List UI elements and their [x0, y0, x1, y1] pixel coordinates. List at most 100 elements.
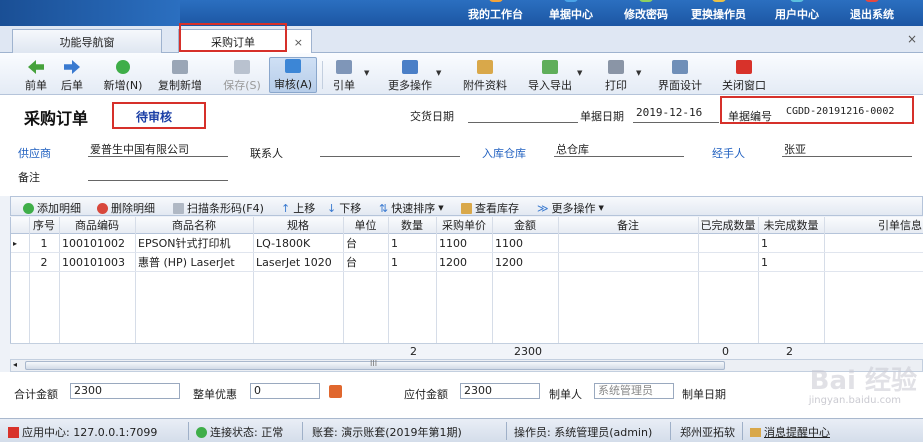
view-stock-button[interactable]: 查看库存: [461, 200, 519, 216]
table-row[interactable]: 2 100101003 惠普 (HP) LaserJet LaserJet 10…: [11, 254, 923, 272]
button-label: 后单: [61, 79, 83, 92]
column-header[interactable]: 未完成数量: [758, 217, 824, 234]
column-header[interactable]: 备注: [558, 217, 698, 234]
status-separator: [188, 422, 189, 440]
column-header[interactable]: 规格: [253, 217, 343, 234]
column-header[interactable]: 采购单价: [436, 217, 492, 234]
cell-code[interactable]: 100101003: [62, 254, 134, 271]
chevron-down-icon[interactable]: ▼: [436, 69, 441, 77]
audit-button[interactable]: 审核(A): [269, 57, 317, 93]
column-header[interactable]: 单位: [343, 217, 388, 234]
button-label: 上移: [293, 202, 316, 215]
plus-icon: [116, 60, 130, 74]
copy-add-button[interactable]: 复制新增: [155, 57, 205, 93]
column-header[interactable]: 序号: [29, 217, 59, 234]
discount-label: 整单优惠: [193, 388, 237, 401]
horizontal-scrollbar[interactable]: ◂ III: [10, 359, 923, 372]
stock-icon: [461, 202, 472, 214]
cell-remark[interactable]: [561, 254, 697, 271]
cell-qty[interactable]: 1: [391, 235, 435, 252]
page-title: 采购订单: [24, 109, 89, 128]
nav-exit-system[interactable]: 退出系统: [850, 0, 894, 26]
save-button[interactable]: 保存(S): [219, 57, 265, 93]
add-button[interactable]: 新增(N): [100, 57, 146, 93]
nav-document-center[interactable]: 单据中心: [549, 0, 593, 26]
nav-my-workbench[interactable]: 我的工作台: [468, 0, 523, 26]
doc-no-underline: [782, 122, 912, 123]
attachments-button[interactable]: 附件资料: [462, 57, 508, 93]
edit-icon[interactable]: [329, 385, 342, 398]
grid-more-actions-button[interactable]: ≫ 更多操作 ▼: [537, 200, 604, 216]
sum-undone: 2: [786, 345, 793, 358]
tab-purchase-order[interactable]: 采购订单 ×: [178, 29, 312, 54]
cell-price[interactable]: 1200: [439, 254, 491, 271]
import-ref-button[interactable]: 引单: [330, 57, 358, 93]
layout-icon: [672, 60, 688, 74]
doc-date-field[interactable]: 2019-12-16: [636, 106, 702, 119]
print-button[interactable]: 打印: [602, 57, 630, 93]
cell-remark[interactable]: [561, 235, 697, 252]
import-export-button[interactable]: 导入导出: [526, 57, 574, 93]
nav-change-password[interactable]: 修改密码: [624, 0, 668, 26]
next-doc-button[interactable]: 后单: [58, 57, 86, 93]
add-row-button[interactable]: 添加明细: [23, 200, 81, 216]
button-label: 下移: [339, 202, 362, 215]
column-header[interactable]: 引单信息: [824, 217, 923, 234]
chevron-down-icon[interactable]: ▼: [364, 69, 369, 77]
cell-spec[interactable]: LaserJet 1020: [256, 254, 342, 271]
column-header[interactable]: 商品编码: [59, 217, 135, 234]
close-window-button[interactable]: 关闭窗口: [720, 57, 768, 93]
cell-spec[interactable]: LQ-1800K: [256, 235, 342, 252]
cell-name[interactable]: EPSON针式打印机: [138, 235, 252, 252]
column-header[interactable]: 金额: [492, 217, 558, 234]
supplier-underline: [88, 156, 228, 157]
cell-ref: [827, 254, 923, 271]
scroll-left-icon[interactable]: ◂: [13, 360, 17, 369]
app-center-status: 应用中心: 127.0.0.1:7099: [8, 424, 157, 440]
cell-name[interactable]: 惠普 (HP) LaserJet: [138, 254, 252, 271]
message-center-link[interactable]: 消息提醒中心: [750, 424, 830, 440]
supplier-field[interactable]: 爱普生中国有限公司: [90, 141, 189, 157]
column-header[interactable]: 已完成数量: [698, 217, 758, 234]
chevron-down-icon[interactable]: ▼: [577, 69, 582, 77]
chevron-down-icon: ▼: [598, 204, 604, 212]
cell-unit[interactable]: 台: [346, 254, 386, 271]
delete-icon: [97, 202, 108, 214]
table-row[interactable]: ▸ 1 100101002 EPSON针式打印机 LQ-1800K 台 1 11…: [11, 235, 923, 253]
column-header[interactable]: 商品名称: [135, 217, 253, 234]
status-badge: 待审核: [136, 110, 173, 124]
more-actions-button[interactable]: 更多操作: [386, 57, 434, 93]
scan-barcode-button[interactable]: 扫描条形码(F4): [173, 200, 264, 216]
cell-qty[interactable]: 1: [391, 254, 435, 271]
prev-doc-button[interactable]: 前单: [22, 57, 50, 93]
tabstrip-close-icon[interactable]: ×: [907, 32, 917, 46]
delete-row-button[interactable]: 删除明细: [97, 200, 155, 216]
cell-unit[interactable]: 台: [346, 235, 386, 252]
cell-code[interactable]: 100101002: [62, 235, 134, 252]
tab-function-navigation[interactable]: 功能导航窗: [12, 29, 162, 53]
nav-user-center[interactable]: 用户中心: [775, 0, 819, 26]
quick-sort-button[interactable]: ⇅ 快速排序 ▼: [379, 200, 444, 216]
tab-close-icon[interactable]: ×: [294, 36, 303, 49]
move-down-button[interactable]: ↓ 下移: [327, 200, 361, 216]
contact-underline: [320, 156, 460, 157]
chevron-down-icon[interactable]: ▼: [636, 69, 641, 77]
handler-field[interactable]: 张亚: [784, 141, 806, 157]
cell-amount[interactable]: 1200: [495, 254, 557, 271]
remark-label: 备注: [18, 171, 40, 184]
nav-switch-operator[interactable]: 更换操作员: [691, 0, 746, 26]
handler-underline: [782, 156, 912, 157]
operator-status: 操作员: 系统管理员(admin): [514, 424, 652, 440]
discount-field[interactable]: 0: [250, 383, 320, 399]
ui-design-button[interactable]: 界面设计: [656, 57, 704, 93]
warehouse-field[interactable]: 总仓库: [556, 141, 589, 157]
grid-summary-row: 2 2300 0 2: [10, 343, 923, 359]
button-label: 添加明细: [37, 202, 81, 215]
move-up-button[interactable]: ↑ 上移: [281, 200, 315, 216]
cell-price[interactable]: 1100: [439, 235, 491, 252]
workbench-icon: [488, 0, 503, 2]
scrollbar-thumb[interactable]: III: [25, 359, 725, 370]
column-header[interactable]: 数量: [388, 217, 436, 234]
doc-no-field[interactable]: CGDD-20191216-0002: [786, 106, 894, 117]
cell-amount[interactable]: 1100: [495, 235, 557, 252]
